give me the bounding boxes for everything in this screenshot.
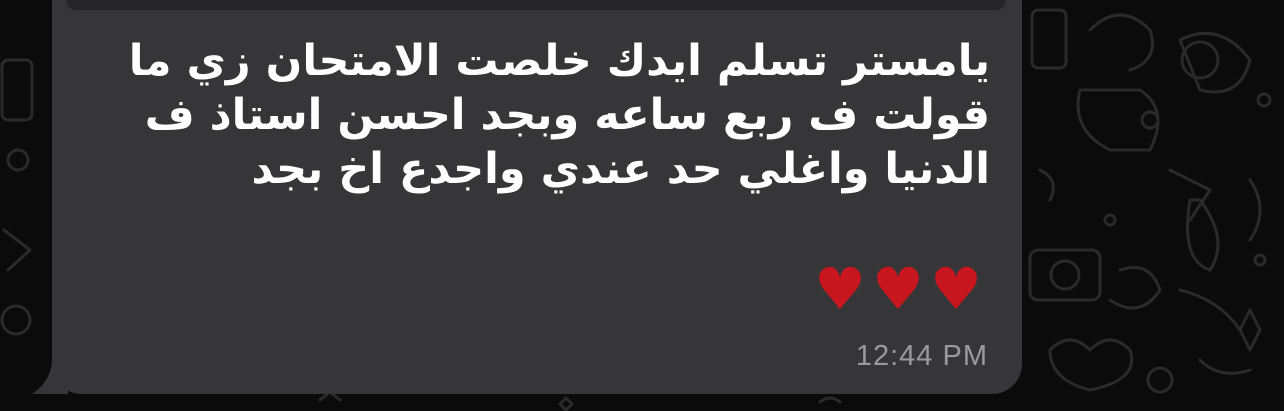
message-line: قولت ف ربع ساعه وبجد احسن استاذ ف bbox=[144, 90, 990, 140]
message-line: يامستر تسلم ايدك خلصت الامتحان زي ما bbox=[128, 36, 990, 86]
star-icon bbox=[1238, 308, 1262, 352]
quoted-message-edge[interactable] bbox=[66, 0, 1006, 10]
cloud-icon bbox=[1048, 338, 1133, 392]
slipper-icon bbox=[1186, 198, 1220, 272]
heart-emoji-icon: ♥♥♥ bbox=[814, 255, 988, 323]
message-timestamp: 12:44 PM bbox=[855, 340, 988, 372]
phone-icon bbox=[1030, 8, 1068, 70]
message-text: يامستر تسلم ايدك خلصت الامتحان زي ما قول… bbox=[128, 34, 990, 196]
message-line: الدنيا واغلي حد عندي واجدع اخ بجد bbox=[251, 144, 990, 194]
camera-icon bbox=[1028, 248, 1102, 302]
teapot-icon bbox=[1076, 88, 1160, 152]
